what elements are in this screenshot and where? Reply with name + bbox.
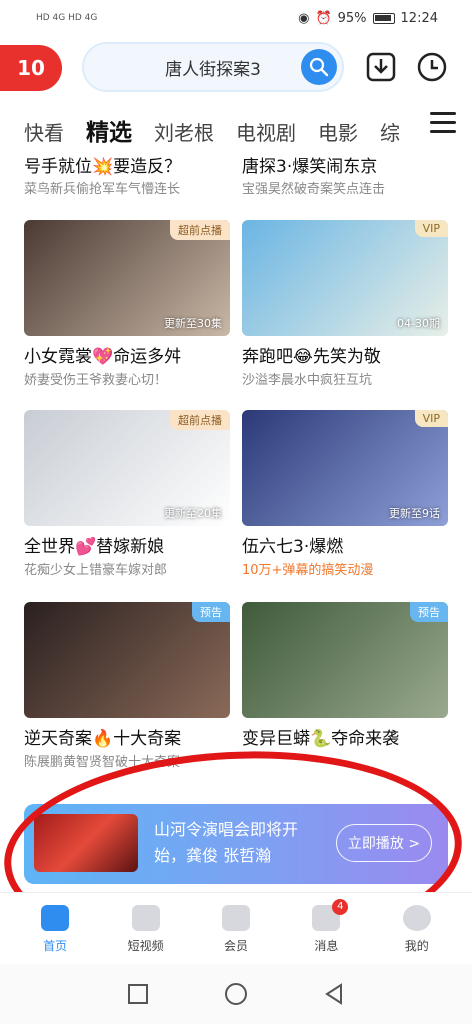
video-thumbnail[interactable]: 超前点播更新至30集 xyxy=(24,220,230,336)
thumbnail-badge: 超前点播 xyxy=(170,410,230,430)
card-title[interactable]: 伍六七3·爆燃 xyxy=(242,532,462,557)
signal-indicators: HD 4G HD 4G xyxy=(36,13,97,23)
nav-home[interactable]: 首页 xyxy=(15,905,95,964)
thumbnail-badge: VIP xyxy=(414,410,448,427)
tab-4[interactable]: 电影 xyxy=(318,118,358,148)
search-button[interactable] xyxy=(301,49,337,85)
eye-icon: ◉ xyxy=(298,10,310,26)
search-value: 唐人街探案3 xyxy=(165,59,261,80)
thumbnail-badge: VIP xyxy=(414,220,448,237)
battery-percent: 95% xyxy=(337,10,367,26)
card-subtitle: 娇妻受伤王爷救妻心切！ xyxy=(24,373,168,388)
clock-icon[interactable] xyxy=(415,50,449,84)
alarm-icon: ⏰ xyxy=(315,10,332,26)
card-subtitle: 宝强昊然破奇案笑点连击 xyxy=(242,182,386,197)
search-icon xyxy=(309,57,329,77)
video-card[interactable]: VIP 04-30期 奔跑吧😂先笑为敬 沙溢李晨水中疯狂互坑 xyxy=(242,220,448,400)
tab-2[interactable]: 刘老根 xyxy=(154,118,214,148)
nav-label: 会员 xyxy=(223,939,248,953)
app-logo[interactable]: 10 xyxy=(0,45,62,91)
nav-vip[interactable]: 会员 xyxy=(196,905,276,964)
profile-icon xyxy=(402,905,431,931)
home-circle-icon[interactable] xyxy=(224,982,248,1006)
nav-label: 短视频 xyxy=(127,939,164,953)
card-subtitle: 10万+弹幕的搞笑动漫 xyxy=(242,563,374,578)
vip-icon xyxy=(221,905,250,931)
tab-menu-button[interactable] xyxy=(430,112,456,134)
video-thumbnail[interactable]: 预告 xyxy=(24,602,230,718)
category-tabs: 快看 精选 刘老根 电视剧 电影 综 xyxy=(0,102,472,148)
download-icon[interactable] xyxy=(364,50,398,84)
card-title[interactable]: 唐探3·爆笑闹东京 xyxy=(242,152,462,177)
thumbnail-badge: 预告 xyxy=(192,602,230,622)
tab-0[interactable]: 快看 xyxy=(24,118,64,148)
recent-apps-icon[interactable] xyxy=(127,983,149,1005)
card-subtitle: 菜鸟新兵偷抢军车气懵连长 xyxy=(24,182,181,197)
thumbnail-badge: 预告 xyxy=(410,602,448,622)
nav-messages[interactable]: 4 消息 xyxy=(286,899,366,964)
video-thumbnail[interactable]: VIP 更新至9话 xyxy=(242,410,448,526)
video-card[interactable]: VIP 更新至9话 伍六七3·爆燃 10万+弹幕的搞笑动漫 xyxy=(242,410,448,590)
status-right: ◉ ⏰ 95% 12:24 xyxy=(298,11,438,26)
video-thumbnail[interactable]: VIP 04-30期 xyxy=(242,220,448,336)
episode-overlay: 04-30期 xyxy=(397,317,440,330)
nav-label: 首页 xyxy=(43,939,68,953)
tab-1[interactable]: 精选 xyxy=(86,118,132,148)
nav-profile[interactable]: 我的 xyxy=(377,905,457,964)
top-bar: 10 唐人街探案3 xyxy=(0,38,472,98)
status-bar: HD 4G HD 4G ◉ ⏰ 95% 12:24 xyxy=(0,0,472,36)
card-title[interactable]: 小女霓裳💖命运多舛 xyxy=(24,342,244,367)
message-badge: 4 xyxy=(332,899,349,915)
video-card[interactable]: 超前点播 更新至20集 全世界💕替嫁新娘 花痴少女上错豪车嫁对郎 xyxy=(24,410,230,590)
card-title[interactable]: 奔跑吧😂先笑为敬 xyxy=(242,342,462,367)
video-thumbnail[interactable]: 超前点播更新至20集 xyxy=(24,410,230,526)
clock-time: 12:24 xyxy=(400,10,438,26)
signal-text: HD 4G HD 4G xyxy=(36,13,98,23)
tab-3[interactable]: 电视剧 xyxy=(236,118,296,148)
card-subtitle: 花痴少女上错豪车嫁对郎 xyxy=(24,563,168,578)
episode-overlay: 更新至30集 xyxy=(164,317,222,330)
episode-overlay: 更新至9话 xyxy=(389,507,440,520)
card-title[interactable]: 逆天奇案🔥十大奇案 xyxy=(24,724,244,749)
video-icon xyxy=(131,905,160,931)
nav-label: 我的 xyxy=(404,939,429,953)
tab-5[interactable]: 综 xyxy=(380,118,400,148)
menu-icon xyxy=(430,112,456,115)
video-card[interactable]: 超前点播 更新至30集 小女霓裳💖命运多舛 娇妻受伤王爷救妻心切！ xyxy=(24,220,230,400)
logo-text: 10 xyxy=(17,56,45,80)
nav-short-video[interactable]: 短视频 xyxy=(106,905,186,964)
search-input[interactable]: 唐人街探案3 xyxy=(82,42,344,92)
card-title[interactable]: 号手就位💥要造反？ xyxy=(24,152,244,177)
battery-icon xyxy=(372,12,395,24)
card-title[interactable]: 变异巨蟒🐍夺命来袭 xyxy=(242,724,462,749)
card-title[interactable]: 全世界💕替嫁新娘 xyxy=(24,532,244,557)
back-icon[interactable] xyxy=(323,983,345,1005)
episode-overlay: 更新至20集 xyxy=(164,507,222,520)
nav-label: 消息 xyxy=(314,939,339,953)
system-nav-bar xyxy=(0,964,472,1024)
video-thumbnail[interactable]: 预告 xyxy=(242,602,448,718)
bottom-nav: 首页 短视频 会员 4 消息 我的 xyxy=(0,892,472,964)
card-subtitle: 沙溢李晨水中疯狂互坑 xyxy=(242,373,373,388)
home-icon xyxy=(41,905,70,931)
thumbnail-badge: 超前点播 xyxy=(170,220,230,240)
